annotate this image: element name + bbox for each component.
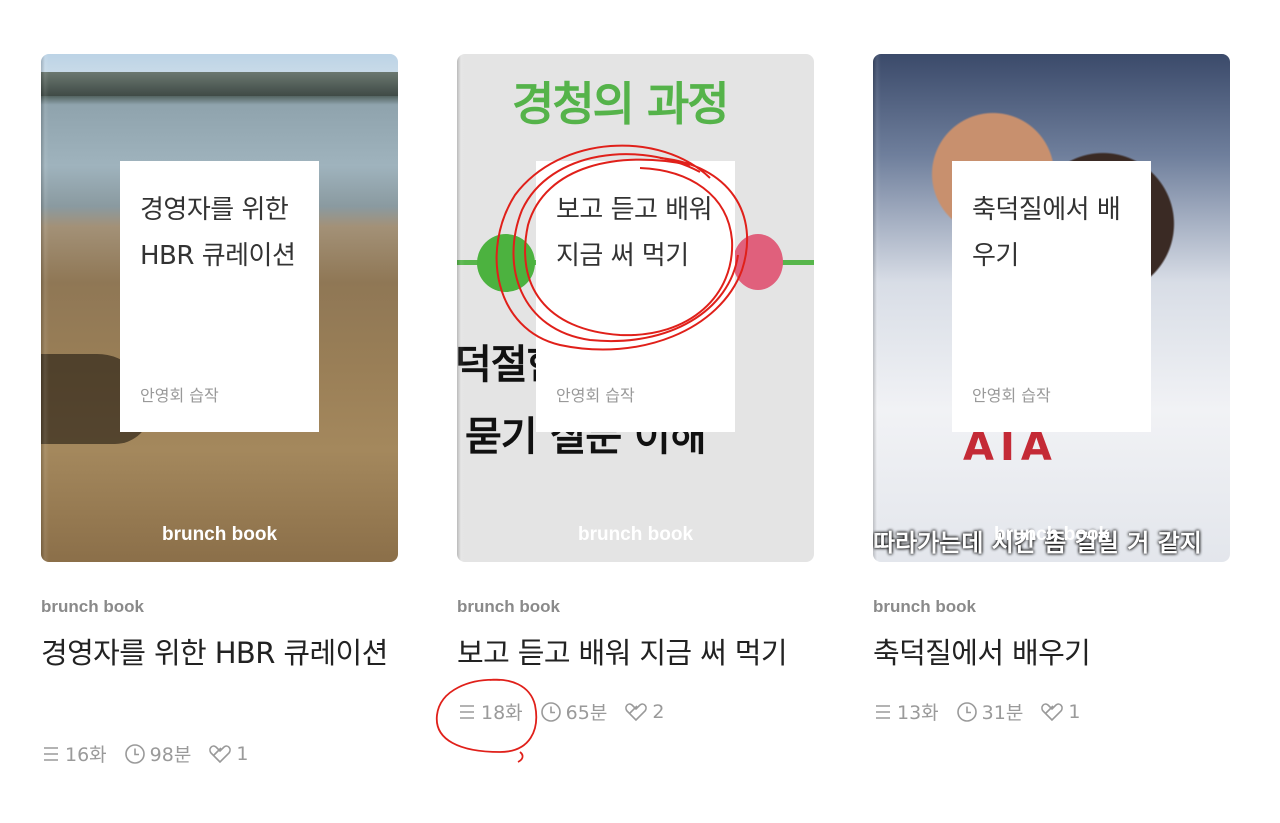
read-time: 31분	[956, 698, 1024, 725]
read-time-text: 98분	[149, 744, 192, 766]
book-kind: brunch book	[41, 597, 144, 616]
like-count: 1	[208, 743, 248, 765]
book-stats: 13화 31분 1	[873, 698, 1097, 725]
read-time: 98분	[124, 740, 192, 767]
clock-icon	[540, 701, 561, 722]
book-kind: brunch book	[457, 597, 560, 616]
episode-count-text: 18화	[481, 702, 523, 724]
cover-label: 경영자를 위한 HBR 큐레이션 안영회 습작	[120, 161, 319, 432]
episode-count-text: 16화	[65, 744, 107, 766]
like-count-text: 1	[236, 742, 249, 765]
like-count: 1	[1040, 701, 1080, 723]
list-icon	[460, 704, 474, 719]
book-card-football[interactable]: AIA 따라가는데 시간 좀 걸릴 거 같지 축덕질에서 배우기 안영회 습작 …	[873, 54, 1230, 724]
book-title[interactable]: 보고 듣고 배워 지금 써 먹기	[457, 632, 814, 674]
list-icon	[44, 746, 58, 761]
clock-icon	[124, 743, 145, 764]
cover-title: 축덕질에서 배우기	[972, 195, 1121, 271]
heart-icon	[209, 744, 232, 763]
book-kind: brunch book	[873, 597, 976, 616]
episode-count-text: 13화	[897, 702, 939, 724]
clock-icon	[956, 701, 977, 722]
read-time-text: 65분	[565, 702, 608, 724]
cover-author: 안영회 습작	[972, 386, 1051, 405]
cover-author: 안영회 습작	[140, 386, 219, 405]
cover-author: 안영회 습작	[556, 386, 635, 405]
book-title[interactable]: 축덕질에서 배우기	[873, 632, 1230, 674]
episode-count: 13화	[873, 698, 939, 725]
book-title[interactable]: 경영자를 위한 HBR 큐레이션	[41, 632, 398, 674]
like-count-text: 2	[652, 700, 665, 723]
book-cover[interactable]: 경청의 과정 덕절한 바 야기 묻기 질문 이해 보고 듣고 배워 지금 써 먹…	[457, 54, 814, 562]
book-stats: 18화 65분 2	[457, 698, 681, 725]
cover-label: 보고 듣고 배워 지금 써 먹기 안영회 습작	[536, 161, 735, 432]
cover-label: 축덕질에서 배우기 안영회 습작	[952, 161, 1151, 432]
book-stats: 16화 98분 1	[41, 740, 265, 767]
book-card-hbr[interactable]: 경영자를 위한 HBR 큐레이션 안영회 습작 brunch book brun…	[41, 54, 398, 766]
heart-icon	[625, 702, 648, 721]
cover-brand: brunch book	[577, 524, 694, 545]
cover-brand: brunch book	[993, 524, 1110, 545]
book-cover[interactable]: AIA 따라가는데 시간 좀 걸릴 거 같지 축덕질에서 배우기 안영회 습작 …	[873, 54, 1230, 562]
episode-count: 16화	[41, 740, 107, 767]
read-time-text: 31분	[981, 702, 1024, 724]
cover-bg-heading: 경청의 과정	[512, 77, 730, 131]
read-time: 65분	[540, 698, 608, 725]
episode-count: 18화	[457, 698, 523, 725]
cover-title: 경영자를 위한 HBR 큐레이션	[140, 195, 296, 271]
cover-brand: brunch book	[161, 524, 278, 545]
book-cover[interactable]: 경영자를 위한 HBR 큐레이션 안영회 습작 brunch book	[41, 54, 398, 562]
like-count: 2	[624, 701, 664, 723]
like-count-text: 1	[1068, 700, 1081, 723]
list-icon	[876, 704, 890, 719]
heart-icon	[1041, 702, 1064, 721]
book-card-listening[interactable]: 경청의 과정 덕절한 바 야기 묻기 질문 이해 보고 듣고 배워 지금 써 먹…	[457, 54, 814, 724]
cover-title: 보고 듣고 배워 지금 써 먹기	[556, 195, 713, 271]
